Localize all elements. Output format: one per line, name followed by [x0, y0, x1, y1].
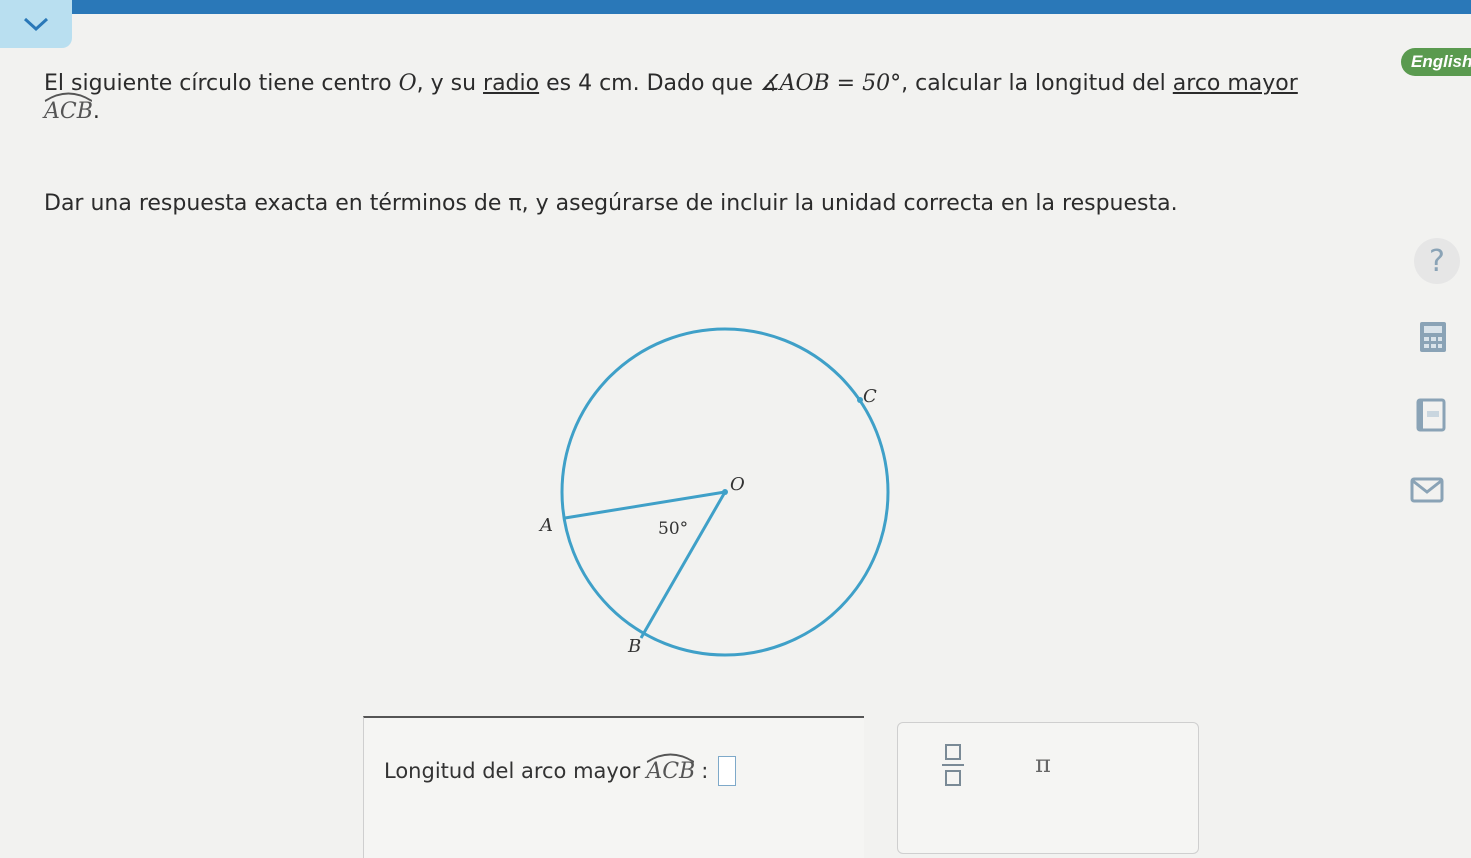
fraction-icon [942, 744, 964, 786]
calculator-icon [1420, 322, 1446, 352]
fraction-button[interactable] [938, 741, 968, 789]
radius-ob [639, 491, 727, 639]
center-label: O [398, 71, 417, 96]
answer-area: Longitud del arco mayor ACB : [363, 716, 864, 858]
label-b: B [627, 636, 641, 657]
radius-oa [564, 490, 726, 520]
label-c: C [863, 386, 877, 407]
dictionary-icon [1416, 398, 1446, 432]
answer-label: Longitud del arco mayor ACB : [384, 753, 737, 786]
mail-icon [1410, 477, 1444, 503]
help-button[interactable]: ? [1414, 238, 1460, 284]
label-o: O [730, 474, 745, 495]
answer-input[interactable] [718, 756, 737, 786]
circle-diagram: O A B C 50° [530, 320, 910, 670]
dictionary-button[interactable] [1415, 398, 1447, 432]
angle-expression: ∡AOB = 50° [759, 71, 902, 96]
pi-button[interactable]: π [1028, 749, 1058, 779]
angle-label: 50° [658, 519, 688, 539]
arc-mayor-link[interactable]: arco mayor [1173, 71, 1298, 96]
label-a: A [538, 515, 553, 536]
arc-name: ACB [44, 92, 93, 126]
help-icon: ? [1429, 243, 1445, 279]
chevron-down-icon [23, 17, 49, 32]
top-bar [0, 0, 1471, 14]
answer-arc-name: ACB [646, 753, 695, 784]
radio-link[interactable]: radio [483, 71, 539, 96]
instructions-text: Dar una respuesta exacta en términos de … [44, 191, 1178, 216]
side-toolbar: ? [1400, 238, 1470, 518]
problem-statement: El siguiente círculo tiene centro O, y s… [44, 71, 1298, 126]
center-point [722, 489, 728, 495]
calculator-button[interactable] [1418, 320, 1448, 354]
mail-button[interactable] [1410, 476, 1444, 504]
math-keypad: π [897, 722, 1199, 854]
collapse-button[interactable] [0, 0, 72, 48]
